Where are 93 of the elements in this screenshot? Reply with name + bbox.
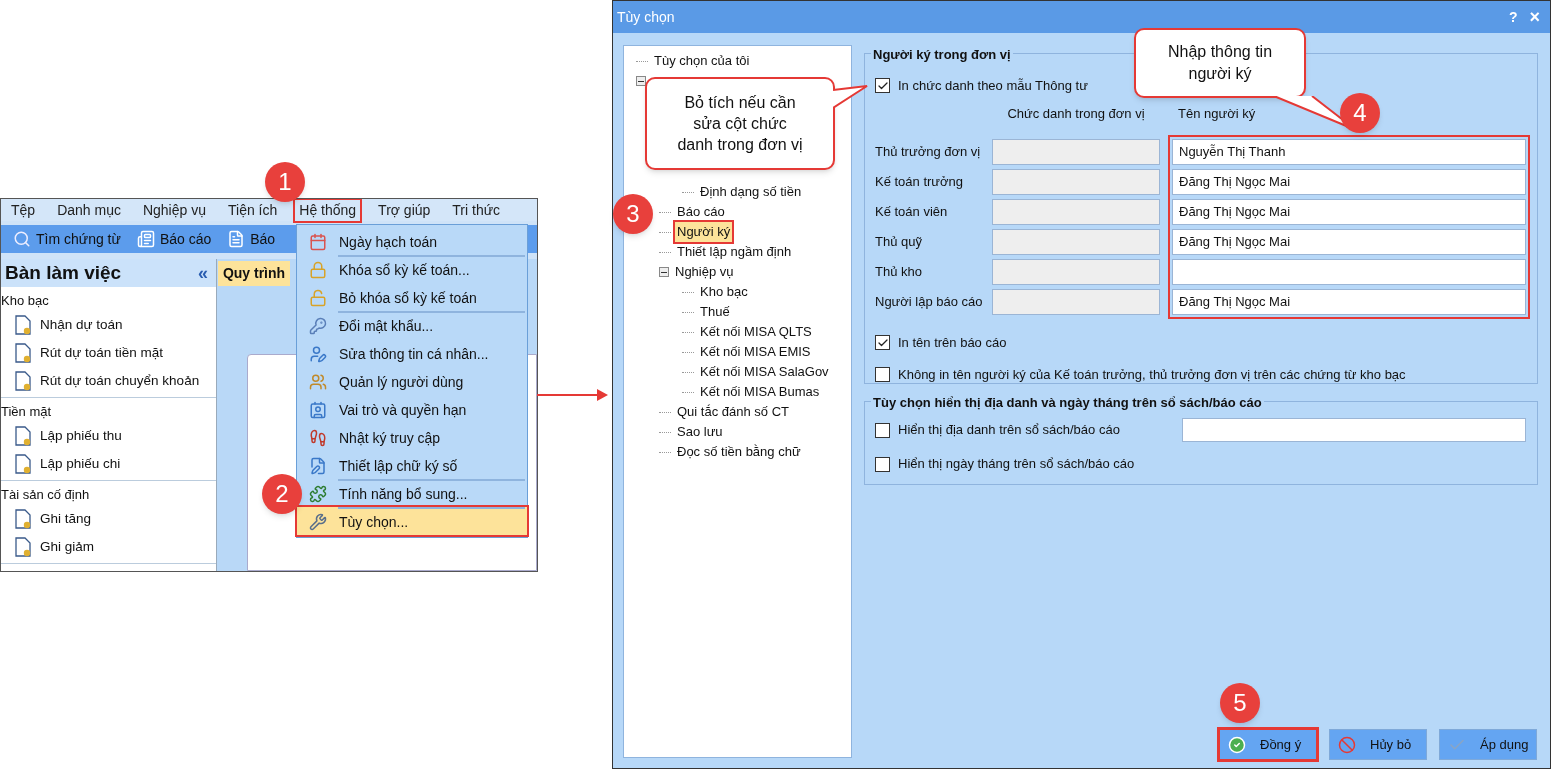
column-header: Tên người ký: [1178, 104, 1256, 123]
collapse-button[interactable]: «: [198, 259, 208, 287]
menu-item[interactable]: Danh mục: [53, 199, 125, 221]
menu-item[interactable]: Khóa sổ kỳ kế toán...: [297, 255, 527, 283]
check-circle-icon: [1228, 735, 1246, 754]
field-label: Người lập báo cáo: [875, 293, 984, 312]
sidebar-item[interactable]: Lập phiếu thu: [1, 422, 216, 450]
menu-item[interactable]: Tùy chọn...: [297, 507, 527, 535]
field-label: Thủ quỹ: [875, 233, 923, 252]
report-icon: [227, 230, 246, 248]
menu-icon: [309, 429, 327, 447]
collapse-icon[interactable]: [659, 267, 669, 277]
field-label: Thủ trưởng đơn vị: [875, 143, 982, 162]
report-icon: [136, 230, 155, 248]
document-icon: [15, 343, 31, 363]
input-field[interactable]: [1172, 259, 1526, 285]
dialog-button[interactable]: Hủy bỏ: [1329, 729, 1427, 760]
menu-item[interactable]: Vai trò và quyền hạn: [297, 395, 527, 423]
field-label: Kế toán trưởng: [875, 173, 965, 192]
menu-icon: [309, 513, 327, 531]
checkbox-label: Không in tên người ký của Kế toán trưởng, thủ trưởng đơn vị trên các chứng từ kho bạc: [898, 365, 1406, 384]
group-title: Tài sản cố định: [1, 486, 91, 504]
input-field[interactable]: Đăng Thị Ngọc Mai: [1172, 199, 1526, 225]
field-label: Kế toán viên: [875, 203, 949, 222]
sidebar-item[interactable]: Rút dự toán tiền mặt: [1, 339, 216, 367]
menu-icon: [309, 485, 327, 503]
menu-item[interactable]: Tiện ích: [224, 199, 282, 221]
sidebar-item[interactable]: Ghi giảm: [1, 533, 216, 561]
menu-icon: [309, 401, 327, 419]
menu-item[interactable]: Tệp: [7, 199, 40, 221]
callout: Bỏ tích nếu cần sửa cột chức danh trong đơn vị: [645, 77, 835, 170]
toolbar-button[interactable]: Tìm chứng từ: [13, 228, 121, 250]
group-title: Tiền mặt: [1, 403, 53, 421]
menu-item[interactable]: Sửa thông tin cá nhân...: [297, 339, 527, 367]
menu-item[interactable]: Hệ thống: [295, 199, 361, 221]
input-field[interactable]: Nguyễn Thị Thanh: [1172, 139, 1526, 165]
menu-item[interactable]: Bỏ khóa sổ kỳ kế toán: [297, 283, 527, 311]
menu-item[interactable]: Đổi mật khẩu...: [297, 311, 527, 339]
toolbar-button[interactable]: Báo: [227, 228, 276, 250]
sidebar-title: Bàn làm việc: [5, 260, 122, 285]
input-field[interactable]: [1182, 418, 1526, 442]
menu-item[interactable]: Nhật ký truy cập: [297, 423, 527, 451]
menu-icon: [309, 373, 327, 391]
document-icon: [15, 537, 31, 557]
window-title: Tùy chọn: [617, 7, 675, 27]
callout: Nhập thông tin người ký: [1134, 28, 1306, 98]
menu-icon: [309, 317, 327, 335]
checkbox[interactable]: [875, 456, 890, 472]
checkbox-label: In chức danh theo mẫu Thông tư: [898, 77, 1088, 95]
checkbox-label: Hiển thị ngày tháng trên sổ sách/báo cáo: [898, 455, 1136, 474]
input-field[interactable]: Đăng Thị Ngọc Mai: [1172, 289, 1526, 315]
document-icon: [15, 454, 31, 474]
checkbox-label: In tên trên báo cáo: [898, 334, 1007, 352]
toolbar-button[interactable]: Báo cáo: [136, 228, 212, 250]
prohibited-icon: [1338, 735, 1356, 754]
tree-item[interactable]: Tùy chọn của tôi: [650, 49, 754, 73]
menu-icon: [309, 457, 327, 475]
collapse-icon[interactable]: [636, 76, 646, 86]
checkbox[interactable]: [875, 422, 890, 438]
menu-icon: [309, 233, 327, 251]
checkbox[interactable]: [875, 78, 890, 94]
checkbox-label: Hiển thị địa danh trên sổ sách/báo cáo: [898, 421, 1121, 440]
document-icon: [15, 371, 31, 391]
sidebar-item[interactable]: Nhận dự toán: [1, 311, 216, 339]
menu-item[interactable]: Quản lý người dùng: [297, 367, 527, 395]
dialog-button[interactable]: Áp dụng: [1439, 729, 1537, 760]
document-icon: [15, 509, 31, 529]
tab[interactable]: Quy trình: [218, 261, 290, 286]
checkbox[interactable]: [875, 366, 890, 382]
checkbox[interactable]: [875, 335, 890, 351]
field-label: Thủ kho: [875, 263, 923, 282]
column-header: Chức danh trong đơn vị: [1006, 104, 1146, 123]
menu-item[interactable]: Ngày hạch toán: [297, 227, 527, 255]
sidebar-item[interactable]: Rút dự toán chuyển khoản: [1, 367, 216, 395]
document-icon: [15, 315, 31, 335]
menu-item[interactable]: Tri thức: [448, 199, 505, 221]
menu-item[interactable]: Nghiệp vụ: [138, 199, 210, 221]
sidebar-item[interactable]: Ghi tăng: [1, 505, 216, 533]
group-title: Tùy chọn hiển thị địa danh và ngày tháng trên sổ sách/báo cáo: [871, 393, 1264, 413]
dialog-button[interactable]: Đồng ý: [1219, 729, 1317, 760]
input-field[interactable]: Đăng Thị Ngọc Mai: [1172, 229, 1526, 255]
input-field[interactable]: Đăng Thị Ngọc Mai: [1172, 169, 1526, 195]
search-icon: [13, 230, 31, 248]
group-title: Kho bạc: [1, 292, 50, 310]
sidebar-item[interactable]: Lập phiếu chi: [1, 450, 216, 478]
menu-icon: [309, 345, 327, 363]
arrow: [537, 388, 609, 402]
menu-icon: [309, 289, 327, 307]
step-badge: 1: [265, 162, 305, 202]
menu-icon: [309, 261, 327, 279]
document-icon: [15, 426, 31, 446]
tree-item[interactable]: Người ký: [673, 220, 735, 244]
menu-item[interactable]: Trợ giúp: [374, 199, 435, 221]
